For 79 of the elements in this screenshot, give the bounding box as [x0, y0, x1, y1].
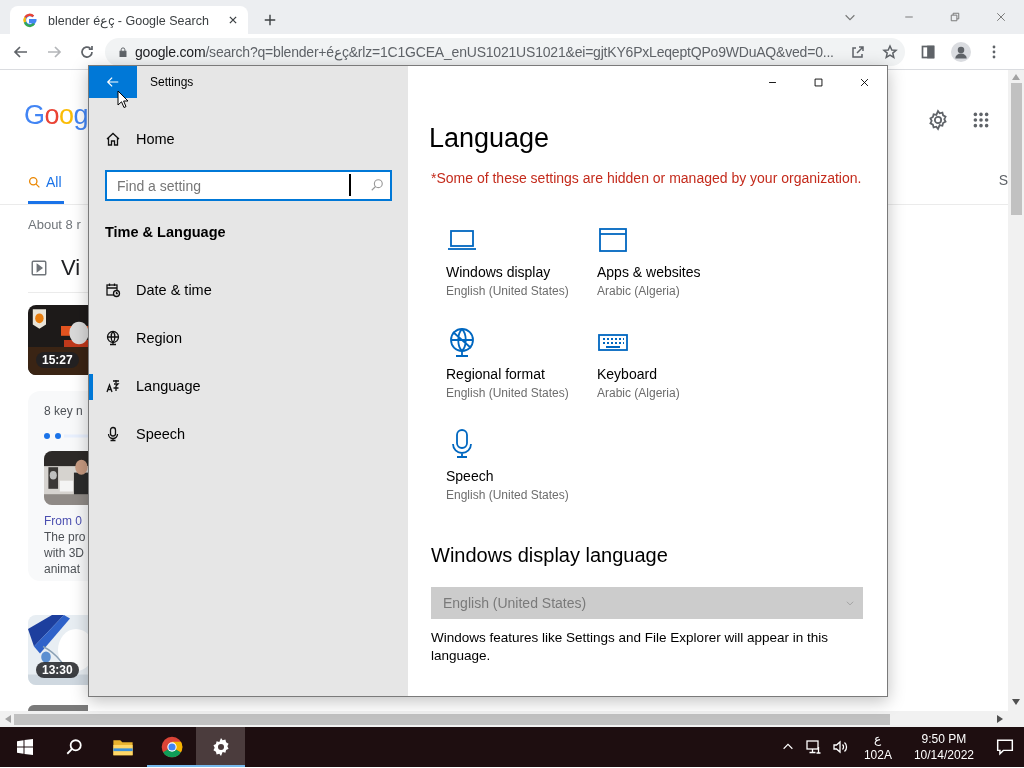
- scroll-right-icon: [997, 715, 1003, 723]
- chevron-down-icon: [845, 598, 855, 608]
- tile-subtitle: English (United States): [446, 385, 570, 402]
- mouse-pointer-icon: [117, 90, 129, 109]
- tile-title[interactable]: Windows display: [446, 264, 597, 281]
- carousel-dots-icon: [44, 433, 88, 439]
- play-icon: [30, 259, 48, 277]
- tile-title[interactable]: Keyboard: [597, 366, 748, 383]
- taskbar-app[interactable]: [196, 727, 245, 767]
- section-title: Vi: [61, 255, 81, 281]
- windows-logo-icon: [16, 739, 33, 755]
- description-text: Windows features like Settings and File Explorer will appear in this language.: [431, 629, 829, 665]
- duration-badge: 15:27: [36, 352, 79, 368]
- g-favicon-icon: [22, 12, 38, 28]
- share-icon[interactable]: [849, 43, 866, 60]
- tile-title[interactable]: Speech: [446, 468, 597, 485]
- network-icon[interactable]: [804, 739, 822, 755]
- tile-subtitle: English (United States): [446, 487, 570, 504]
- globe-icon: [105, 330, 121, 346]
- browser-tab[interactable]: blender éعç - Google Search: [10, 6, 248, 34]
- nav-item[interactable]: Language: [89, 362, 408, 410]
- google-logo[interactable]: Goog: [24, 100, 88, 131]
- tile-title[interactable]: Apps & websites: [597, 264, 748, 281]
- close-icon[interactable]: [228, 15, 238, 25]
- result-stats: About 8 r: [28, 217, 82, 233]
- duration-badge: 13:30: [36, 662, 79, 678]
- lock-icon: [117, 45, 129, 58]
- nav-item[interactable]: Date & time: [89, 266, 408, 314]
- tile-subtitle: English (United States): [446, 283, 570, 300]
- microphone-icon: [105, 426, 121, 442]
- settings-icon[interactable]: [927, 109, 949, 131]
- chrome-icon: [160, 736, 183, 758]
- back-icon[interactable]: [13, 43, 29, 60]
- language-icon: [105, 378, 121, 394]
- scrollbar-thumb[interactable]: [14, 713, 890, 725]
- scrollbar-thumb[interactable]: [1010, 83, 1022, 215]
- snippet-text: with 3D: [44, 545, 85, 561]
- profile-icon[interactable]: [951, 41, 971, 62]
- text-cursor-icon: [349, 174, 351, 196]
- scroll-down-icon: [1012, 699, 1020, 705]
- section-heading: Time & Language: [105, 223, 227, 242]
- apps-grid-icon[interactable]: [972, 111, 990, 129]
- search-icon: [28, 175, 41, 189]
- nav-item[interactable]: Region: [89, 314, 408, 362]
- tile-title[interactable]: Regional format: [446, 366, 597, 383]
- tile-subtitle: Arabic (Algeria): [597, 283, 681, 300]
- search-icon: [64, 738, 83, 756]
- snippet-text: The pro: [44, 529, 87, 545]
- page-title: Language: [429, 122, 551, 155]
- window-title: Settings: [150, 75, 194, 89]
- home-link[interactable]: Home: [136, 131, 175, 147]
- back-button[interactable]: [89, 66, 137, 98]
- scroll-up-icon: [1012, 74, 1020, 80]
- home-icon[interactable]: [105, 131, 121, 147]
- calendar-clock-icon: [105, 282, 121, 298]
- side-panel-icon[interactable]: [920, 43, 936, 60]
- volume-icon[interactable]: [831, 739, 848, 755]
- scroll-left-icon: [5, 715, 11, 723]
- nav-item[interactable]: Speech: [89, 410, 408, 458]
- back-arrow-icon: [106, 75, 120, 89]
- snippet-text: animat: [44, 561, 82, 577]
- notification-icon[interactable]: [996, 738, 1014, 756]
- reload-icon[interactable]: [79, 43, 95, 60]
- clock[interactable]: 9:50 PM 10/14/2022: [913, 731, 974, 763]
- plus-icon[interactable]: [263, 13, 277, 27]
- restore-icon[interactable]: [949, 11, 961, 23]
- search-tab[interactable]: S: [998, 172, 1008, 188]
- maximize-icon: [812, 76, 824, 88]
- tile-subtitle: Arabic (Algeria): [597, 385, 681, 402]
- search-icon: [370, 178, 384, 192]
- close-icon: [858, 76, 870, 88]
- section-heading: Windows display language: [431, 543, 669, 567]
- result-link[interactable]: From 0: [44, 513, 88, 529]
- star-icon[interactable]: [881, 43, 898, 60]
- tab-title: blender éعç - Google Search: [48, 12, 210, 28]
- card-title: 8 key n: [44, 403, 84, 419]
- search-tab[interactable]: All: [28, 174, 64, 204]
- search-field[interactable]: Find a setting: [105, 170, 392, 201]
- warning-text: *Some of these settings are hidden or managed by your organization.: [431, 170, 863, 187]
